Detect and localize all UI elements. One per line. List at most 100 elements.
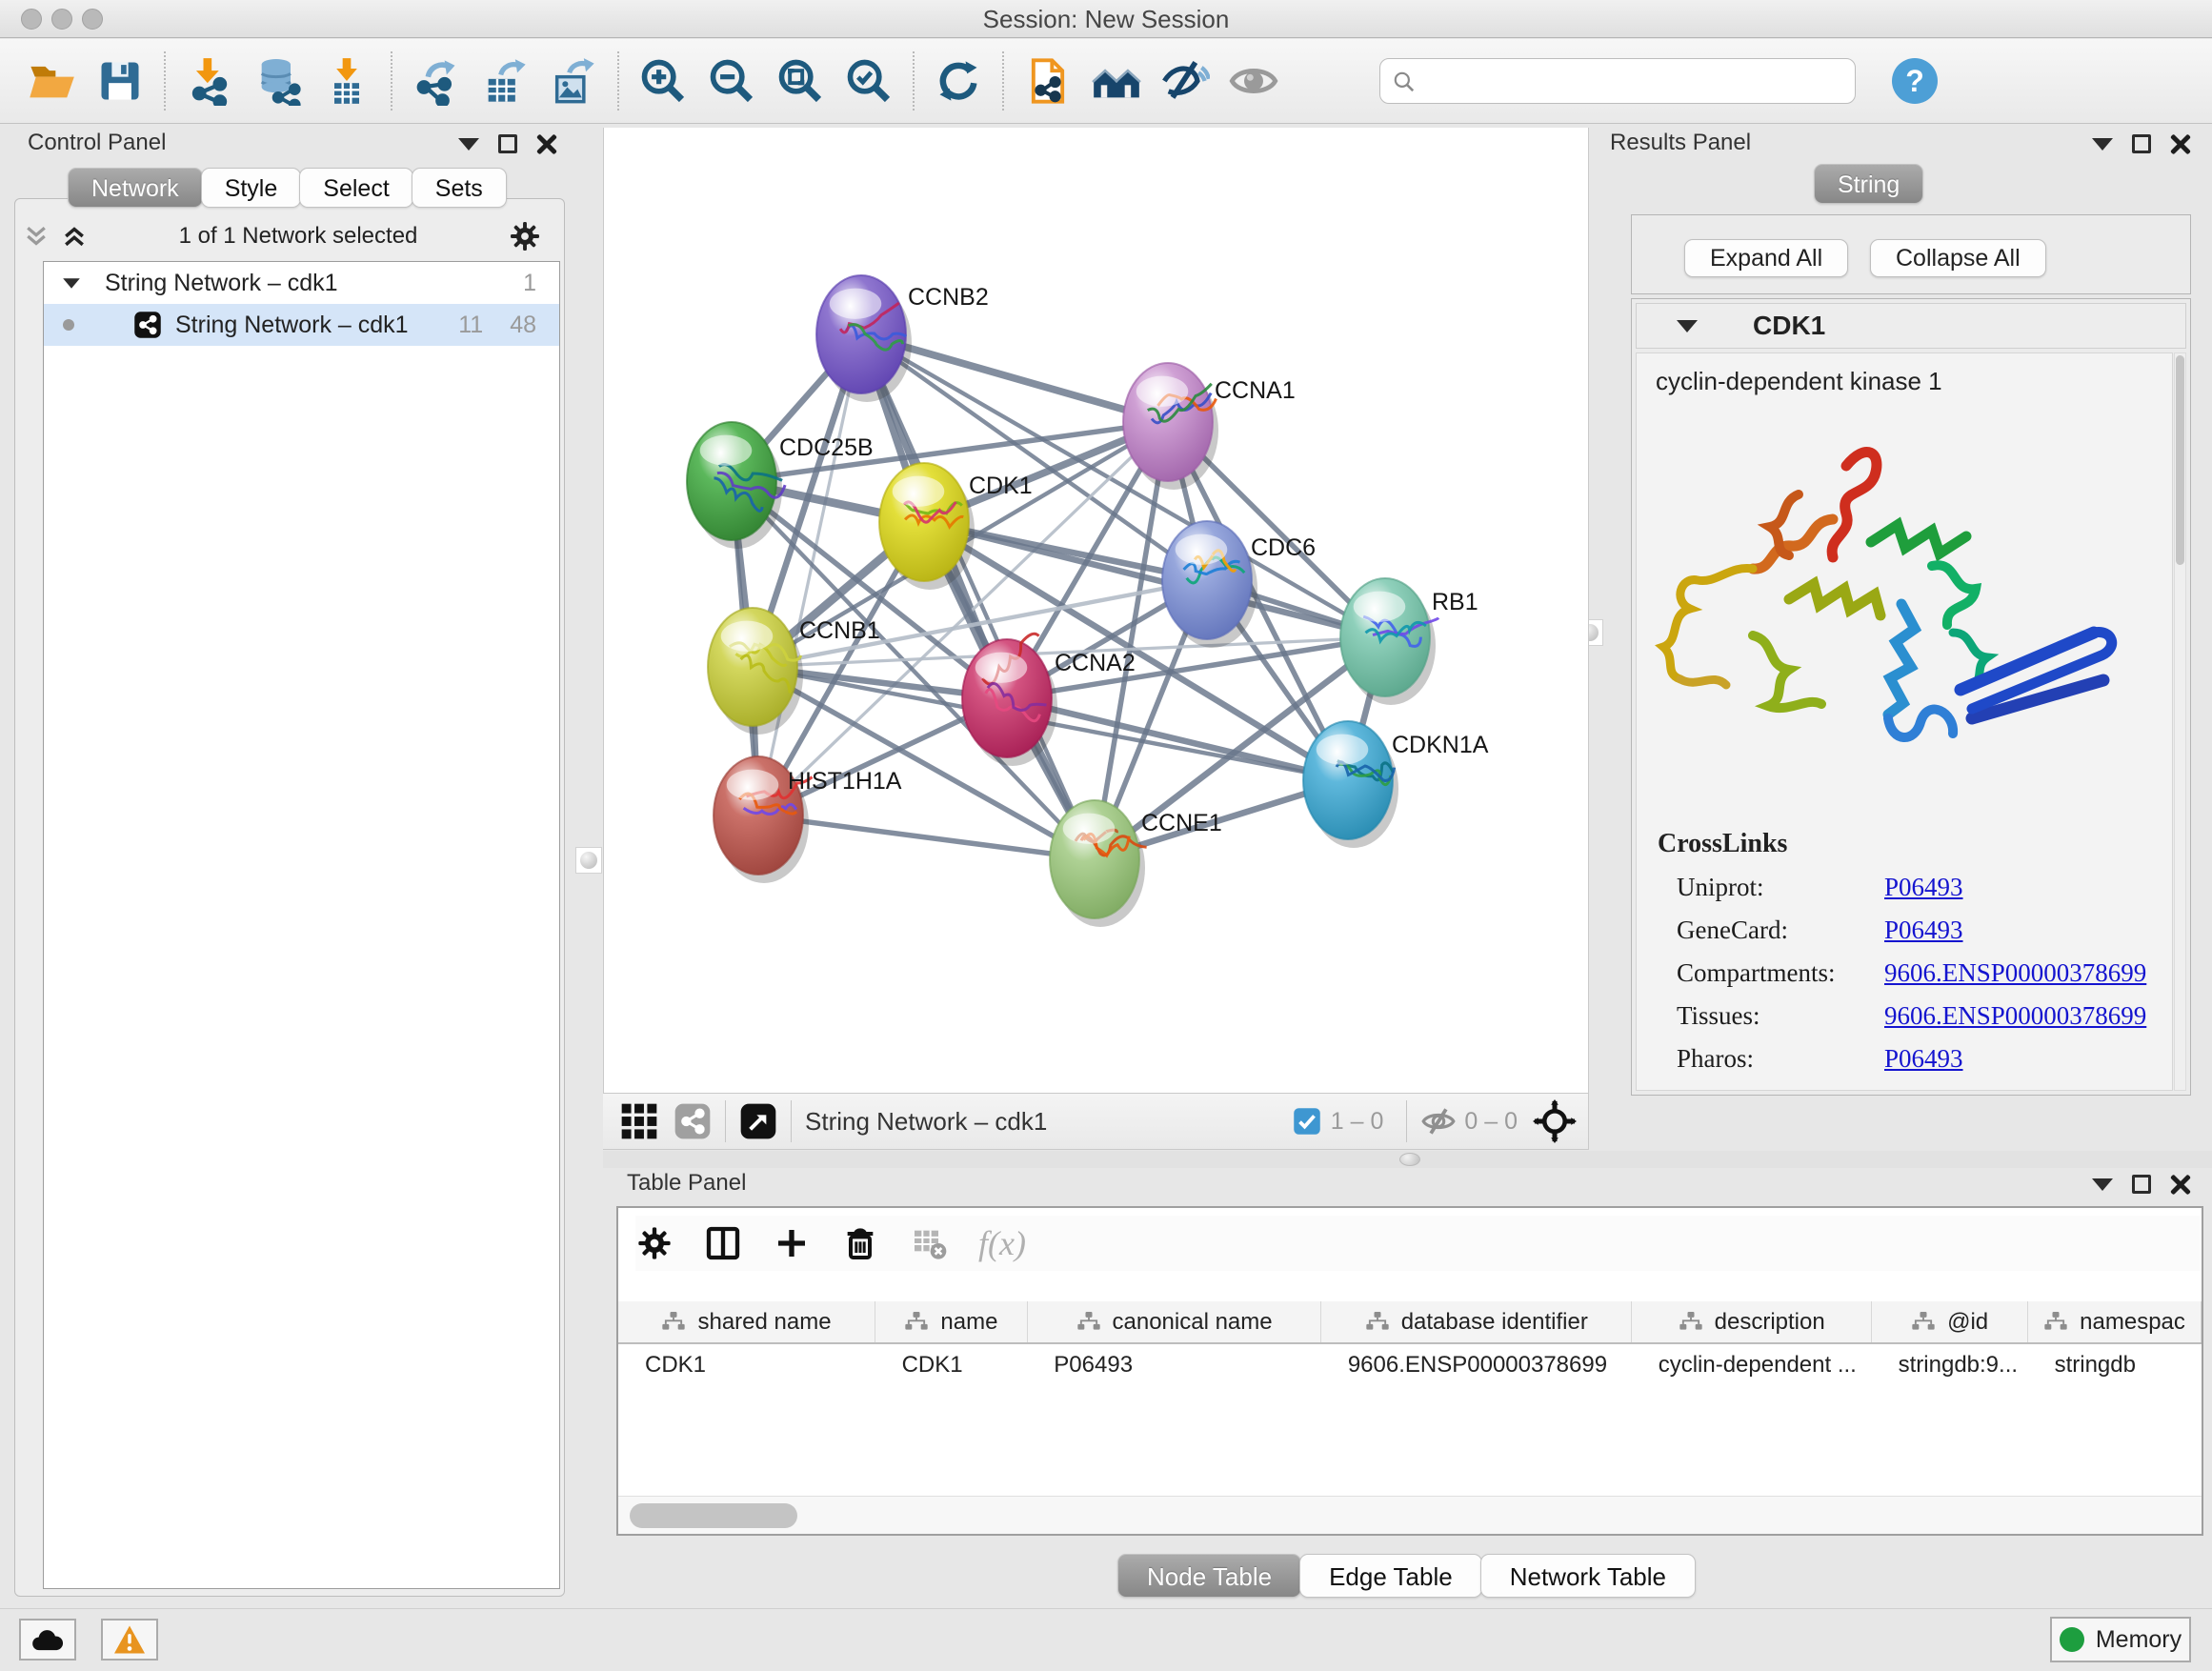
network-view-mode-icon[interactable]	[674, 1102, 712, 1140]
zoom-in-button[interactable]	[629, 48, 697, 114]
tab-sets[interactable]: Sets	[412, 168, 507, 208]
delete-column-icon[interactable]	[841, 1224, 879, 1262]
network-options-gear-icon[interactable]	[508, 219, 542, 253]
refresh-layout-button[interactable]	[924, 48, 993, 114]
export-network-button[interactable]	[402, 48, 471, 114]
cloud-status-button[interactable]	[19, 1619, 76, 1661]
show-columns-icon[interactable]	[704, 1224, 742, 1262]
node-CCNB2[interactable]: CCNB2	[816, 275, 989, 402]
selected-checkbox-icon[interactable]	[1293, 1107, 1321, 1136]
network-view-canvas[interactable]: CCNB2CCNA1CDC25BCDK1CDC6RB1CCNB1CCNA2CDK…	[603, 128, 1589, 1093]
scrollbar-thumb[interactable]	[630, 1503, 797, 1528]
node-label-RB1: RB1	[1432, 589, 1478, 615]
gene-section-header[interactable]: CDK1	[1636, 303, 2186, 349]
tab-node-table[interactable]: Node Table	[1117, 1554, 1301, 1598]
open-session-button[interactable]	[17, 48, 86, 114]
table-h-scrollbar[interactable]	[618, 1496, 2202, 1534]
collection-expander-icon[interactable]	[63, 278, 80, 288]
close-panel-icon[interactable]	[2170, 1174, 2191, 1195]
save-session-button[interactable]	[86, 48, 154, 114]
table-panel-title: Table Panel	[627, 1170, 746, 1197]
tab-string[interactable]: String	[1814, 164, 1923, 204]
table-cell[interactable]: 9606.ENSP00000378699	[1321, 1343, 1632, 1385]
tab-style[interactable]: Style	[201, 168, 302, 208]
tab-edge-table[interactable]: Edge Table	[1299, 1554, 1482, 1598]
crosslink-value-link[interactable]: P06493	[1884, 1044, 1963, 1074]
collapse-panel-icon[interactable]	[458, 138, 479, 151]
node-CCNE1[interactable]: CCNE1	[1050, 800, 1222, 927]
warnings-button[interactable]	[101, 1619, 158, 1661]
table-cell[interactable]: stringdb:9...	[1872, 1343, 2028, 1385]
add-column-icon[interactable]	[773, 1224, 811, 1262]
float-panel-icon[interactable]	[498, 134, 517, 153]
section-expander-icon[interactable]	[1677, 320, 1698, 332]
tab-select[interactable]: Select	[299, 168, 412, 208]
export-table-button[interactable]	[471, 48, 539, 114]
results-scrollbar[interactable]	[2174, 352, 2186, 1091]
table-cell[interactable]: P06493	[1027, 1343, 1321, 1385]
hide-glass-balls-button[interactable]	[1151, 48, 1219, 114]
table-cell[interactable]: cyclin-dependent ...	[1632, 1343, 1872, 1385]
zoom-out-button[interactable]	[697, 48, 766, 114]
column-header-database-identifier[interactable]: database identifier	[1321, 1301, 1632, 1343]
search-input[interactable]	[1424, 61, 1843, 101]
scrollbar-thumb[interactable]	[2176, 355, 2184, 565]
string-home-button[interactable]	[1082, 48, 1151, 114]
table-row[interactable]: CDK1CDK1P064939606.ENSP00000378699cyclin…	[618, 1343, 2202, 1385]
network-collection-row[interactable]: String Network – cdk1 1	[44, 262, 559, 304]
collapse-all-button[interactable]: Collapse All	[1870, 239, 2046, 277]
close-panel-icon[interactable]	[536, 133, 557, 154]
column-header-@id[interactable]: @id	[1872, 1301, 2028, 1343]
import-network-file-button[interactable]	[175, 48, 244, 114]
help-button[interactable]: ?	[1892, 58, 1938, 104]
zoom-fit-button[interactable]	[766, 48, 835, 114]
column-header-name[interactable]: name	[875, 1301, 1028, 1343]
export-image-button[interactable]	[539, 48, 608, 114]
node-CCNA1[interactable]: CCNA1	[1123, 363, 1296, 490]
edge-CCNB2-HIST1H1A[interactable]	[758, 334, 861, 815]
birds-eye-view-icon[interactable]	[739, 1102, 777, 1140]
column-header-canonical-name[interactable]: canonical name	[1027, 1301, 1321, 1343]
grid-view-icon[interactable]	[618, 1100, 660, 1142]
node-CDKN1A[interactable]: CDKN1A	[1303, 721, 1489, 848]
crosslink-value-link[interactable]: P06493	[1884, 873, 1963, 902]
expand-all-button[interactable]: Expand All	[1684, 239, 1848, 277]
memory-button[interactable]: Memory	[2050, 1617, 2191, 1662]
left-splitter-handle[interactable]	[575, 847, 602, 874]
string-import-button[interactable]	[1014, 48, 1082, 114]
float-panel-icon[interactable]	[2132, 134, 2151, 153]
table-cell[interactable]: CDK1	[618, 1343, 875, 1385]
import-network-database-button[interactable]	[244, 48, 312, 114]
table-options-gear-icon[interactable]	[635, 1224, 674, 1262]
column-header-namespac[interactable]: namespac	[2028, 1301, 2202, 1343]
node-label-CCNB1: CCNB1	[799, 617, 880, 644]
hidden-eye-slash-icon[interactable]	[1420, 1103, 1457, 1139]
collapse-all-networks-icon[interactable]	[22, 222, 50, 251]
node-table[interactable]: shared name name canonical name database…	[618, 1301, 2202, 1385]
collapse-panel-icon[interactable]	[2092, 1178, 2113, 1191]
splitter-handle[interactable]	[1399, 1153, 1420, 1166]
float-panel-icon[interactable]	[2132, 1175, 2151, 1194]
column-header-description[interactable]: description	[1632, 1301, 1872, 1343]
tab-network-table[interactable]: Network Table	[1480, 1554, 1696, 1598]
expand-all-networks-icon[interactable]	[60, 222, 89, 251]
node-HIST1H1A[interactable]: HIST1H1A	[714, 756, 902, 883]
import-table-button[interactable]	[312, 48, 381, 114]
table-cell[interactable]: CDK1	[875, 1343, 1028, 1385]
zoom-selected-button[interactable]	[835, 48, 903, 114]
show-enhanced-labels-button[interactable]	[1219, 48, 1288, 114]
crosslink-value-link[interactable]: 9606.ENSP00000378699	[1884, 958, 2146, 988]
string-network-graph[interactable]: CCNB2CCNA1CDC25BCDK1CDC6RB1CCNB1CCNA2CDK…	[604, 128, 1588, 1091]
crosslink-value-link[interactable]: 9606.ENSP00000378699	[1884, 1001, 2146, 1031]
table-cell[interactable]: stringdb	[2028, 1343, 2202, 1385]
crosslink-value-link[interactable]: P06493	[1884, 916, 1963, 945]
node-RB1[interactable]: RB1	[1340, 578, 1478, 705]
main-toolbar: ?	[0, 39, 2212, 124]
collapse-panel-icon[interactable]	[2092, 138, 2113, 151]
network-row[interactable]: String Network – cdk1 11 48	[44, 304, 559, 346]
tab-network[interactable]: Network	[68, 168, 203, 208]
close-panel-icon[interactable]	[2170, 133, 2191, 154]
network-label: String Network – cdk1	[175, 312, 458, 339]
fit-content-crosshair-icon[interactable]	[1533, 1099, 1577, 1143]
column-header-shared-name[interactable]: shared name	[618, 1301, 875, 1343]
